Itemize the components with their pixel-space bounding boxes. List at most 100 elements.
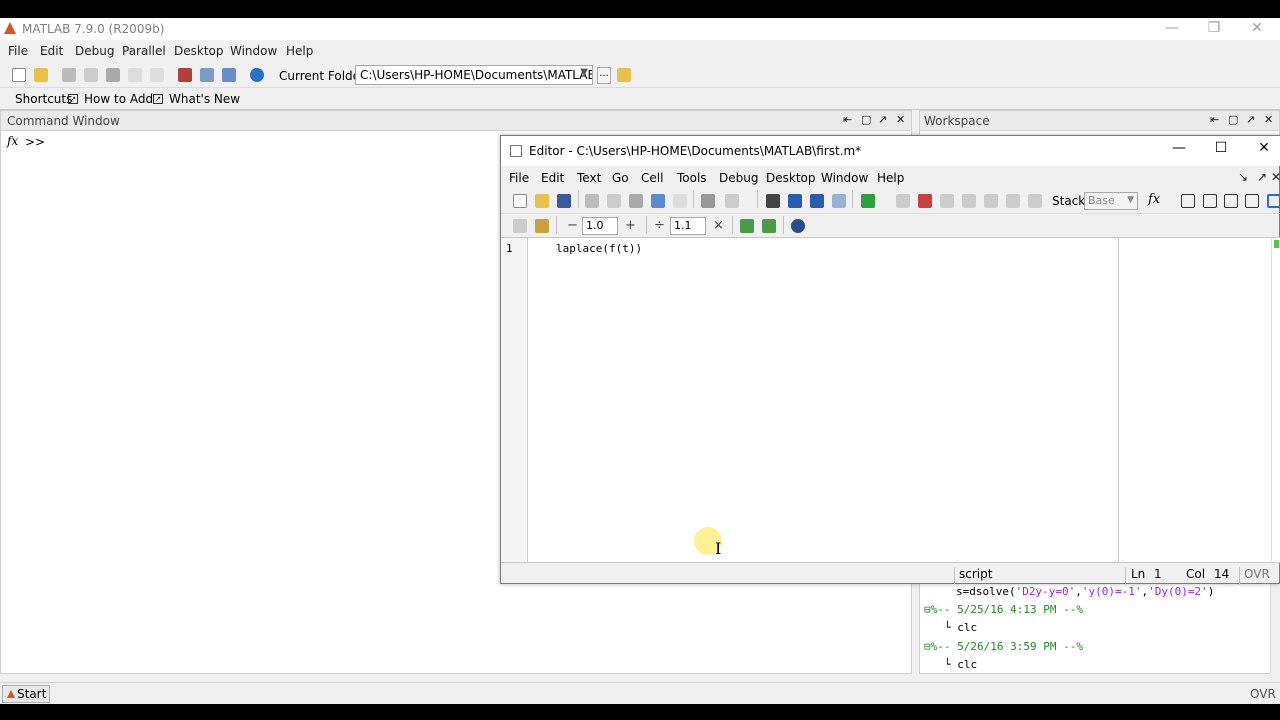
editor-menu-help[interactable]: Help <box>877 171 904 185</box>
redo-icon[interactable] <box>673 194 687 208</box>
undock-icon[interactable]: ⇤ <box>843 113 852 126</box>
print-icon[interactable] <box>701 194 715 208</box>
editor-minimize-button[interactable]: — <box>1168 140 1190 156</box>
restore-button[interactable]: ❐ <box>1194 18 1234 40</box>
open-folder-icon[interactable] <box>34 68 48 82</box>
paste-icon[interactable] <box>106 68 120 82</box>
editor-menu-window[interactable]: Window <box>821 171 868 185</box>
editor-close-button[interactable]: ✕ <box>1253 140 1275 156</box>
continue-icon[interactable] <box>1006 194 1020 208</box>
guide-icon[interactable] <box>200 68 214 82</box>
left-right-split-icon[interactable] <box>1203 194 1217 208</box>
close-panel-icon[interactable]: ✕ <box>896 113 905 126</box>
float-icon[interactable] <box>1245 194 1259 208</box>
maximize-panel-icon[interactable]: ▢ <box>1228 113 1238 126</box>
editor-text-area[interactable]: 1 laplace(f(t)) <box>501 238 1271 562</box>
help-icon[interactable] <box>250 68 264 82</box>
exit-debug-icon[interactable] <box>1028 194 1042 208</box>
editor-menu-edit[interactable]: Edit <box>541 171 564 185</box>
current-folder-input[interactable]: C:\Users\HP-HOME\Documents\MATLAB ▼ <box>355 65 593 85</box>
cell-value-field-2[interactable]: 1.1 <box>670 217 706 235</box>
save-icon[interactable] <box>557 194 571 208</box>
start-button[interactable]: Start <box>2 685 50 703</box>
function-icon[interactable] <box>832 194 846 208</box>
history-session[interactable]: ⊟%-- 5/25/16 4:13 PM --% <box>924 603 1083 616</box>
clear-breakpoints-icon[interactable] <box>918 194 932 208</box>
paste-icon[interactable] <box>629 194 643 208</box>
menu-debug[interactable]: Debug <box>75 44 114 58</box>
increment-button[interactable]: + <box>625 218 636 233</box>
menu-desktop[interactable]: Desktop <box>174 44 224 58</box>
evaluate-cell-icon[interactable] <box>535 219 549 233</box>
cut-icon[interactable] <box>585 194 599 208</box>
dock-icon[interactable]: ↘ <box>1238 170 1248 184</box>
open-folder-icon[interactable] <box>535 194 549 208</box>
fx-icon[interactable]: fx <box>1148 192 1160 207</box>
cell-percent-icon[interactable] <box>740 219 754 233</box>
simulink-icon[interactable] <box>178 68 192 82</box>
undo-icon[interactable] <box>128 68 142 82</box>
editor-maximize-button[interactable]: ☐ <box>1210 140 1232 156</box>
history-entry[interactable]: s=dsolve('D2y-y=0','y(0)=-1','Dy(0)=2') <box>956 585 1214 598</box>
step-in-icon[interactable] <box>962 194 976 208</box>
close-panel-icon[interactable]: ✕ <box>1271 170 1280 184</box>
shortcut-whats-new[interactable]: What's New <box>169 92 240 106</box>
editor-scrollbar[interactable] <box>1271 238 1280 562</box>
profiler-icon[interactable] <box>222 68 236 82</box>
code-analyzer-indicator[interactable] <box>1274 240 1279 248</box>
new-file-icon[interactable] <box>513 194 527 208</box>
history-entry[interactable]: └ clc <box>944 621 977 634</box>
undock-arrow-icon[interactable]: ↗ <box>878 113 887 126</box>
menu-edit[interactable]: Edit <box>40 44 63 58</box>
shortcuts-label[interactable]: Shortcuts <box>15 92 72 106</box>
menu-parallel[interactable]: Parallel <box>122 44 166 58</box>
find-binoculars-icon[interactable] <box>766 194 780 208</box>
history-session[interactable]: ⊟%-- 5/26/16 3:59 PM --% <box>924 640 1083 653</box>
close-button[interactable]: ✕ <box>1237 18 1277 40</box>
minimize-button[interactable]: — <box>1152 18 1192 40</box>
folder-up-icon[interactable] <box>617 68 631 82</box>
shortcut-how-to-add[interactable]: How to Add <box>84 92 153 106</box>
fx-icon[interactable]: fx <box>7 134 18 148</box>
editor-menu-file[interactable]: File <box>509 171 529 185</box>
editor-menu-go[interactable]: Go <box>612 171 629 185</box>
print-options-icon[interactable] <box>725 194 739 208</box>
step-out-icon[interactable] <box>984 194 998 208</box>
undock-icon[interactable]: ⇤ <box>1210 113 1219 126</box>
tile-layout-icon[interactable] <box>1181 194 1195 208</box>
insert-cell-icon[interactable] <box>513 219 527 233</box>
editor-menu-debug[interactable]: Debug <box>719 171 758 185</box>
back-arrow-icon[interactable] <box>788 194 802 208</box>
cell-percent-2-icon[interactable] <box>762 219 776 233</box>
run-icon[interactable] <box>861 194 875 208</box>
undock-arrow-icon[interactable]: ↗ <box>1246 113 1255 126</box>
maximize-icon[interactable] <box>1267 194 1280 208</box>
new-file-icon[interactable] <box>12 68 26 82</box>
history-entry[interactable]: └ clc <box>944 658 977 671</box>
copy-icon[interactable] <box>607 194 621 208</box>
editor-menu-cell[interactable]: Cell <box>641 171 663 185</box>
menu-help[interactable]: Help <box>286 44 313 58</box>
browse-folder-button[interactable]: ... <box>597 67 611 84</box>
top-bottom-split-icon[interactable] <box>1224 194 1238 208</box>
history-scrollbar[interactable] <box>1270 581 1280 675</box>
editor-menu-text[interactable]: Text <box>577 171 601 185</box>
set-breakpoint-icon[interactable] <box>896 194 910 208</box>
cell-value-field-1[interactable]: 1.0 <box>582 217 618 235</box>
code-line[interactable]: laplace(f(t)) <box>556 242 642 255</box>
close-panel-icon[interactable]: ✕ <box>1264 113 1273 126</box>
chevron-down-icon[interactable]: ▼ <box>580 67 588 78</box>
stack-dropdown[interactable]: Base ▼ <box>1084 192 1138 210</box>
step-icon[interactable] <box>940 194 954 208</box>
undo-icon[interactable] <box>651 194 665 208</box>
copy-icon[interactable] <box>84 68 98 82</box>
menu-file[interactable]: File <box>8 44 28 58</box>
multiply-button[interactable]: × <box>713 218 724 233</box>
undock-arrow-icon[interactable]: ↗ <box>1257 170 1267 184</box>
editor-menu-desktop[interactable]: Desktop <box>766 171 816 185</box>
maximize-panel-icon[interactable]: ▢ <box>861 113 871 126</box>
editor-menu-tools[interactable]: Tools <box>677 171 707 185</box>
redo-icon[interactable] <box>150 68 164 82</box>
info-icon[interactable] <box>791 219 805 233</box>
decrement-button[interactable]: − <box>567 218 578 233</box>
